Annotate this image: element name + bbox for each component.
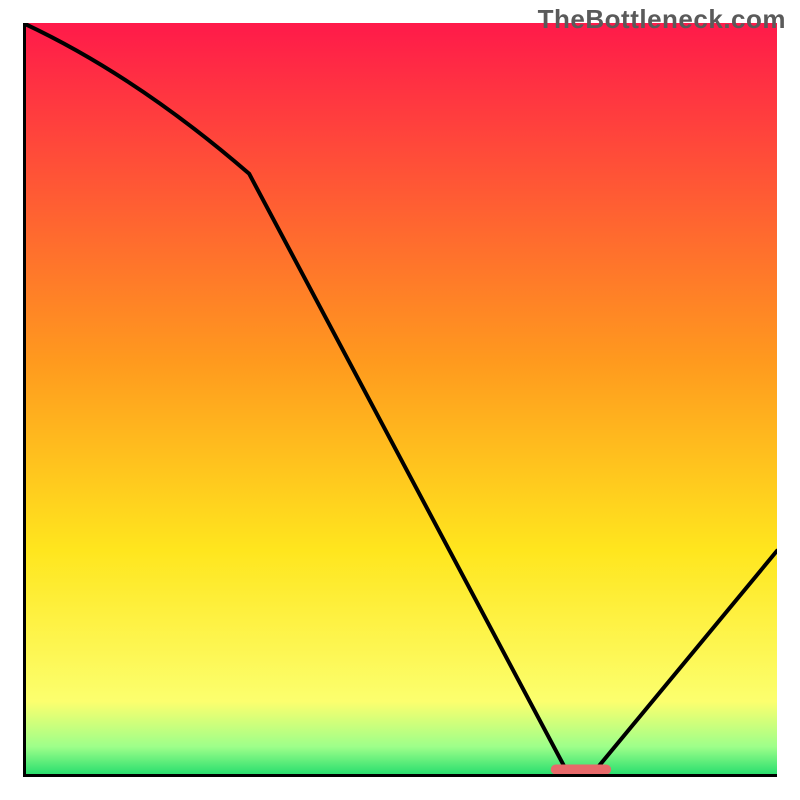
plot-area (23, 23, 777, 777)
plot-background (23, 23, 777, 777)
chart-container: TheBottleneck.com (0, 0, 800, 800)
chart-svg (23, 23, 777, 777)
optimal-range-marker (551, 764, 611, 774)
watermark-text: TheBottleneck.com (538, 4, 786, 35)
